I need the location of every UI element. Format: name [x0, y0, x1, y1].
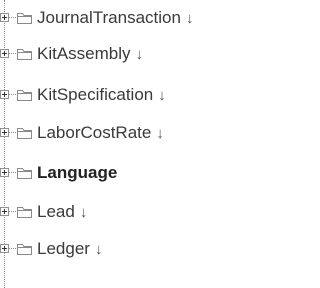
folder-icon [17, 13, 32, 24]
tree-node-label[interactable]: Ledger ↓ [37, 239, 102, 260]
expand-plus-icon[interactable] [0, 244, 9, 253]
tree-branch-line [9, 17, 16, 18]
tree-node-text: Language [37, 163, 118, 182]
tree-node-label[interactable]: LaborCostRate ↓ [37, 123, 164, 144]
tree-node-kitspecification[interactable]: KitSpecification ↓ [0, 84, 278, 108]
sort-arrow-icon: ↓ [158, 87, 166, 104]
tree-branch-line [9, 211, 16, 212]
sort-arrow-icon: ↓ [135, 46, 144, 63]
tree-node-label[interactable]: Lead ↓ [37, 202, 87, 223]
tree-node-text: KitSpecification [37, 85, 154, 104]
tree-node-label[interactable]: KitSpecification ↓ [37, 85, 166, 106]
tree-node-text: KitAssembly [37, 44, 131, 63]
tree-node-text: JournalTransaction [37, 8, 181, 27]
expand-plus-icon[interactable] [0, 13, 9, 22]
sort-arrow-icon: ↓ [94, 241, 103, 258]
folder-icon [17, 90, 32, 101]
folder-icon [17, 49, 32, 60]
tree-node-laborcostrate[interactable]: LaborCostRate ↓ [0, 122, 278, 146]
tree-branch-line [9, 94, 16, 95]
tree-node-language[interactable]: Language [0, 162, 278, 186]
expand-plus-icon[interactable] [0, 49, 9, 58]
tree-node-text: Ledger [37, 239, 90, 258]
tree-node-ledger[interactable]: Ledger ↓ [0, 238, 278, 262]
sort-arrow-icon: ↓ [79, 204, 88, 221]
folder-icon [17, 207, 32, 218]
expand-plus-icon[interactable] [0, 90, 9, 99]
tree-node-text: Lead [37, 202, 75, 221]
expand-plus-icon[interactable] [0, 128, 9, 137]
tree-node-journaltransaction[interactable]: JournalTransaction ↓ [0, 7, 278, 31]
tree-node-label[interactable]: JournalTransaction ↓ [37, 8, 193, 29]
tree-branch-line [9, 172, 16, 173]
folder-icon [17, 168, 32, 179]
tree-branch-line [9, 248, 16, 249]
tree-view: JournalTransaction ↓ KitAssembly ↓ KitSpec… [0, 0, 278, 288]
expand-plus-icon[interactable] [0, 168, 9, 177]
tree-branch-line [9, 53, 16, 54]
sort-arrow-icon: ↓ [156, 125, 164, 142]
folder-icon [17, 128, 32, 139]
sort-arrow-icon: ↓ [185, 10, 194, 27]
tree-node-label[interactable]: KitAssembly ↓ [37, 44, 143, 65]
tree-node-text: LaborCostRate [37, 123, 152, 142]
folder-icon [17, 244, 32, 255]
tree-node-lead[interactable]: Lead ↓ [0, 201, 278, 225]
tree-node-label[interactable]: Language [37, 163, 117, 183]
tree-node-kitassembly[interactable]: KitAssembly ↓ [0, 43, 278, 67]
tree-branch-line [9, 132, 16, 133]
expand-plus-icon[interactable] [0, 207, 9, 216]
